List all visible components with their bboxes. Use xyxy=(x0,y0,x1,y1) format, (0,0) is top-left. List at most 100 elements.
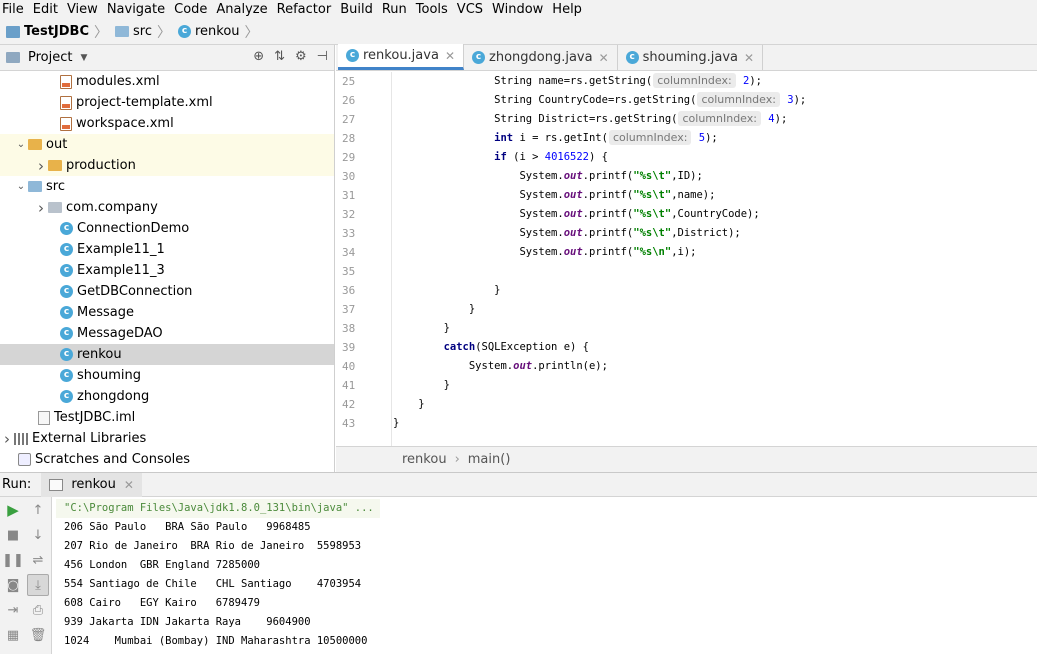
run-tab-renkou[interactable]: renkou ✕ xyxy=(41,472,142,497)
locate-icon[interactable]: ⊕ xyxy=(253,49,264,64)
tree-item[interactable]: ⌄ src xyxy=(0,176,334,197)
gear-icon[interactable]: ⚙ xyxy=(295,49,307,64)
menu-run[interactable]: Run xyxy=(380,0,414,19)
layout-icon[interactable]: ▦ xyxy=(2,624,24,646)
tree-item[interactable]: › production xyxy=(0,155,334,176)
chevron-down-icon[interactable]: ⌄ xyxy=(14,139,28,150)
menu-vcs[interactable]: VCS xyxy=(455,0,490,19)
nav-project[interactable]: TestJDBC xyxy=(6,24,89,39)
pause-icon[interactable]: ❚❚ xyxy=(2,549,24,571)
chevron-down-icon[interactable]: ⌄ xyxy=(14,181,28,192)
collapse-all-icon[interactable]: ⇅ xyxy=(274,49,285,64)
class-icon: c xyxy=(625,51,639,64)
code-text: System. xyxy=(519,208,564,220)
tree-item[interactable]: Scratches and Consoles xyxy=(0,449,334,470)
code-line-29: if (i > 4016522) { xyxy=(393,148,1037,167)
stop-icon[interactable]: ■ xyxy=(2,524,24,546)
tree-item[interactable]: TestJDBC.iml xyxy=(0,407,334,428)
project-tool-window: Project ▼ ⊕ ⇅ ⚙ ⊣ modules.xml project-tem… xyxy=(0,45,335,472)
tree-item-label: Example11_1 xyxy=(77,242,165,257)
menu-code[interactable]: Code xyxy=(172,0,214,19)
tree-item[interactable]: c MessageDAO xyxy=(0,323,334,344)
menu-file[interactable]: File xyxy=(0,0,31,19)
close-icon[interactable]: ✕ xyxy=(124,478,134,492)
tree-item[interactable]: c Example11_3 xyxy=(0,260,334,281)
tree-item-label: Example11_3 xyxy=(77,263,165,278)
class-icon: c xyxy=(60,306,73,319)
menu-edit[interactable]: Edit xyxy=(31,0,65,19)
menu-tools[interactable]: Tools xyxy=(414,0,455,19)
close-icon[interactable]: ✕ xyxy=(445,49,455,63)
code-number: 4016522 xyxy=(544,151,590,163)
code-text: } xyxy=(468,303,476,315)
tree-item[interactable]: c shouming xyxy=(0,365,334,386)
code-line-28: int i = rs.getInt(columnIndex: 5); xyxy=(393,129,1037,148)
code-string: "%s\t" xyxy=(633,208,672,220)
soft-wrap-icon[interactable]: ⇌ xyxy=(27,549,49,571)
tree-item[interactable]: modules.xml xyxy=(0,71,334,92)
tree-item-label: renkou xyxy=(77,347,122,362)
code-line-34: System.out.printf("%s\n",i); xyxy=(393,243,1037,262)
code-text: i = rs.getInt( xyxy=(513,132,608,144)
xml-file-icon xyxy=(60,116,72,131)
chevron-right-icon[interactable]: › xyxy=(34,199,48,217)
tree-item[interactable]: c GetDBConnection xyxy=(0,281,334,302)
line-number: 29 xyxy=(342,151,356,164)
chevron-right-icon: 〉 xyxy=(156,24,171,41)
tree-item[interactable]: c renkou xyxy=(0,344,334,365)
hide-panel-icon[interactable]: ⊣ xyxy=(317,49,328,64)
trash-icon[interactable]: 🗑 xyxy=(27,624,49,646)
class-icon: c xyxy=(60,285,73,298)
breadcrumb-method[interactable]: main() xyxy=(468,452,511,467)
tree-item[interactable]: › External Libraries xyxy=(0,428,334,449)
code-text: (SQLException e) { xyxy=(475,341,589,353)
close-icon[interactable]: ✕ xyxy=(744,51,754,65)
camera-icon[interactable]: ◙ xyxy=(2,574,24,596)
nav-file[interactable]: c renkou xyxy=(177,24,240,39)
menu-help[interactable]: Help xyxy=(550,0,589,19)
rerun-icon[interactable]: ▶ xyxy=(2,499,24,521)
tree-item[interactable]: project-template.xml xyxy=(0,92,334,113)
dropdown-arrow-icon[interactable]: ▼ xyxy=(80,53,87,63)
code-field: out xyxy=(563,189,583,201)
tree-item[interactable]: c Message xyxy=(0,302,334,323)
print-icon[interactable]: ⎙ xyxy=(27,599,49,621)
chevron-right-icon[interactable]: › xyxy=(0,430,14,448)
chevron-right-icon: › xyxy=(454,452,460,467)
tab-zhongdong-java[interactable]: c zhongdong.java ✕ xyxy=(464,45,618,70)
close-icon[interactable]: ✕ xyxy=(599,51,609,65)
tree-item[interactable]: c ConnectionDemo xyxy=(0,218,334,239)
tree-item[interactable]: c Example11_1 xyxy=(0,239,334,260)
project-view-selector[interactable]: Project xyxy=(28,50,72,65)
menu-analyze[interactable]: Analyze xyxy=(214,0,274,19)
menu-navigate[interactable]: Navigate xyxy=(105,0,172,19)
menu-refactor[interactable]: Refactor xyxy=(275,0,339,19)
package-icon xyxy=(48,202,62,213)
line-number: 32 xyxy=(342,208,356,221)
menu-build[interactable]: Build xyxy=(338,0,380,19)
run-label: Run: xyxy=(2,477,32,492)
tree-item[interactable]: workspace.xml xyxy=(0,113,334,134)
nav-folder[interactable]: src xyxy=(115,24,152,39)
menu-window[interactable]: Window xyxy=(490,0,550,19)
code-line-33: System.out.printf("%s\t",District); xyxy=(393,224,1037,243)
code-editor[interactable]: 25 26 27 28 29 30 31 32 33 34 35 36 37 38 39 40 41 42 43 S… xyxy=(336,72,1037,446)
tree-item[interactable]: c zhongdong xyxy=(0,386,334,407)
exit-icon[interactable]: ⇥ xyxy=(2,599,24,621)
tree-item[interactable]: › com.company xyxy=(0,197,334,218)
nav-project-label: TestJDBC xyxy=(24,24,89,39)
menu-view[interactable]: View xyxy=(65,0,105,19)
scroll-down-icon[interactable]: ↓ xyxy=(27,524,49,546)
code-text: .printf( xyxy=(582,189,634,201)
chevron-right-icon[interactable]: › xyxy=(34,157,48,175)
code-text: (i > xyxy=(506,151,545,163)
tree-item[interactable]: ⌄ out xyxy=(0,134,334,155)
scroll-up-icon[interactable]: ↑ xyxy=(27,499,49,521)
scroll-to-end-icon[interactable]: ⤓ xyxy=(27,574,49,596)
code-text: ); xyxy=(793,94,807,106)
console-output[interactable]: "C:\Program Files\Java\jdk1.8.0_131\bin\… xyxy=(56,497,1037,654)
project-panel-toolbar: ⊕ ⇅ ⚙ ⊣ xyxy=(253,49,328,64)
tab-renkou-java[interactable]: c renkou.java ✕ xyxy=(338,44,464,70)
breadcrumb-class[interactable]: renkou xyxy=(402,452,447,467)
tab-shouming-java[interactable]: c shouming.java ✕ xyxy=(618,45,764,70)
